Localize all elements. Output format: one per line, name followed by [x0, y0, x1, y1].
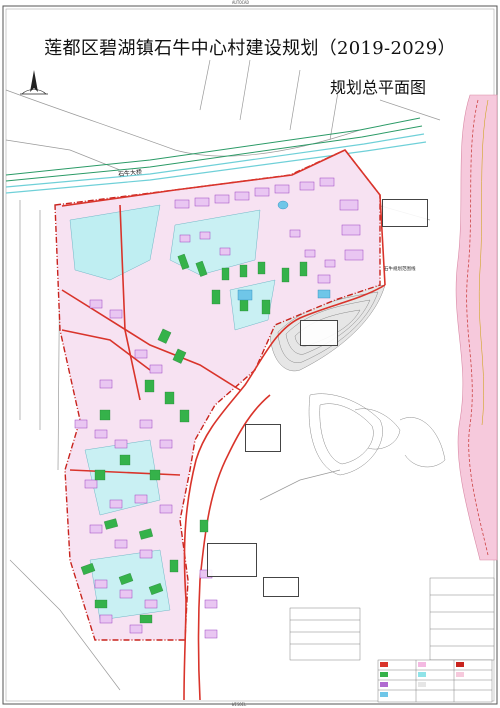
- annotation-box: [382, 199, 428, 227]
- map-title: 莲都区碧湖镇石牛中心村建设规划（2019-2029）: [44, 38, 456, 59]
- frame-label-top: AUTOCAD: [232, 0, 249, 5]
- master-plan-map: [2, 5, 498, 705]
- annotation-box: [263, 577, 299, 597]
- planning-boundary-label: 石牛规划范围线: [384, 267, 416, 272]
- annotation-box: [245, 424, 281, 452]
- annotation-box: [207, 543, 257, 577]
- legend-tables: [289, 577, 495, 703]
- map-subtitle: 规划总平面图: [330, 78, 427, 97]
- map-page: AUTOCAD WISOIL 莲都区碧湖镇石牛中心村建设规划（2019-2029…: [0, 0, 500, 708]
- north-arrow-icon: [20, 70, 48, 95]
- river-bank: [455, 94, 498, 561]
- annotation-box: [300, 320, 338, 346]
- frame-label-bottom: WISOIL: [232, 702, 247, 707]
